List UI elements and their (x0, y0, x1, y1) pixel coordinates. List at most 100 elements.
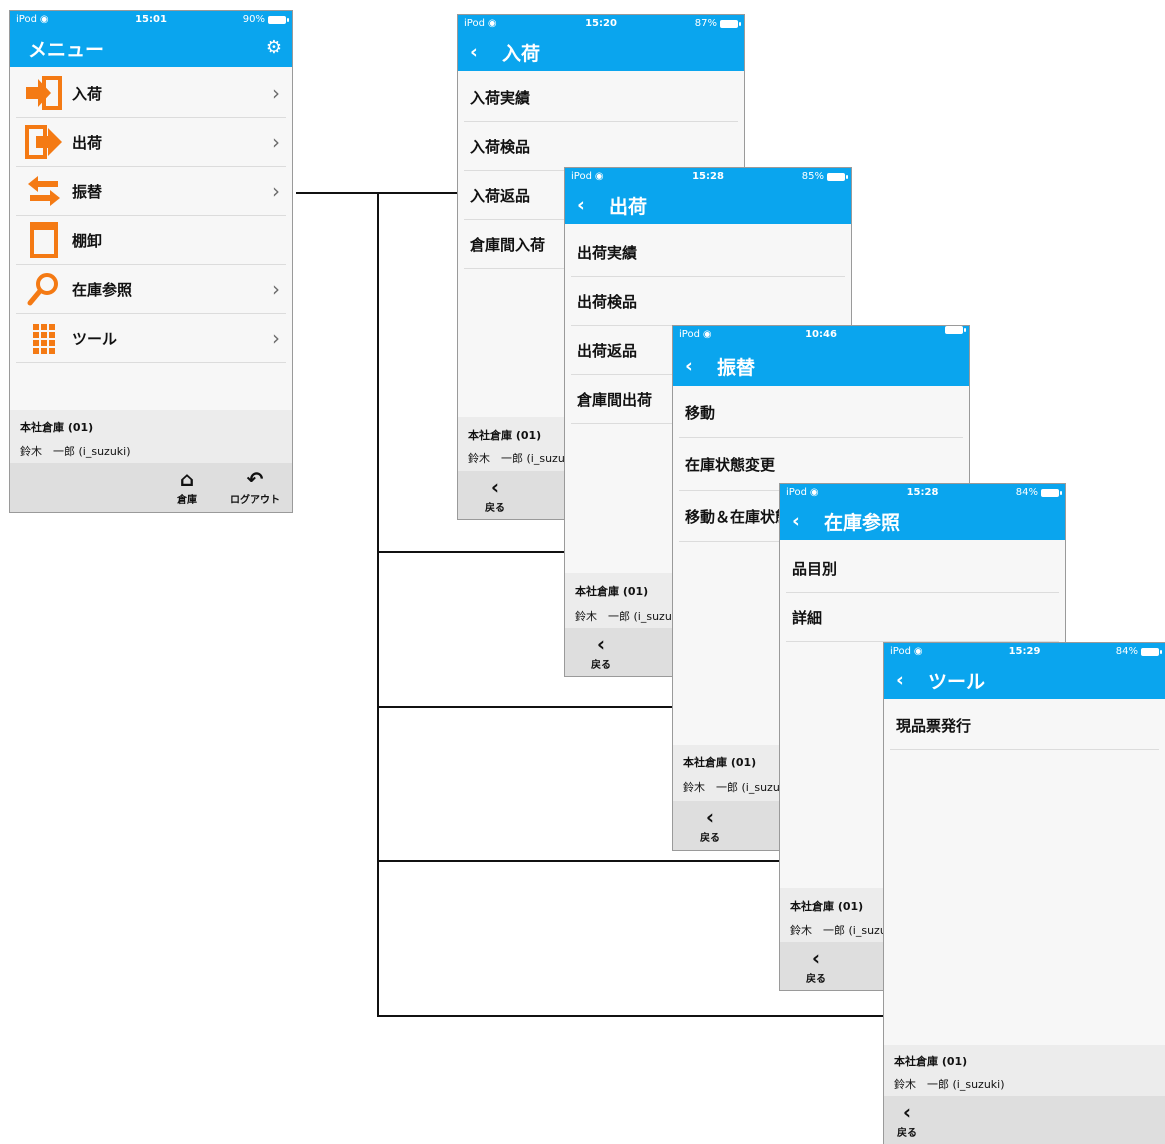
list-item[interactable]: 入荷実績 (464, 73, 738, 122)
back-button[interactable]: ‹ 戻る (687, 807, 733, 844)
list-item[interactable]: 詳細 (786, 593, 1059, 642)
connector-stock (377, 860, 787, 862)
menu-item-shipping[interactable]: 出荷 › (16, 118, 286, 167)
back-button-label: 戻る (897, 1128, 917, 1139)
nav-header: ‹ 入荷 (458, 33, 744, 71)
tab-bar: ⌂ 倉庫 ↶ ログアウト (10, 463, 292, 512)
menu-label: ツール (72, 329, 118, 348)
warehouse-button-label: 倉庫 (177, 495, 197, 506)
menu-label: 振替 (72, 182, 103, 201)
warehouse-label: 本社倉庫 (01) (468, 429, 542, 442)
list-item[interactable]: 現品票発行 (890, 701, 1159, 750)
chevron-left-icon[interactable]: ‹ (470, 41, 492, 63)
logout-button-label: ログアウト (230, 495, 280, 506)
list-item[interactable]: 出荷検品 (571, 277, 845, 326)
warehouse-label: 本社倉庫 (01) (683, 756, 757, 769)
user-info: 本社倉庫 (01) 鈴木 一郎 (i_suzuki) (884, 1045, 1165, 1097)
connector-transfer (377, 706, 687, 708)
chevron-right-icon: › (272, 277, 280, 301)
menu-item-inventory[interactable]: 棚卸 (16, 216, 286, 265)
menu-item-tools[interactable]: ツール › (16, 314, 286, 363)
reply-icon: ↶ (246, 467, 264, 491)
status-bar: iPod ◉ 15:20 87% (458, 15, 744, 33)
chevron-left-icon[interactable]: ‹ (685, 355, 707, 377)
status-bar: iPod ◉ 10:46 (673, 326, 969, 344)
list-item-label: 移動 (685, 404, 716, 422)
battery: 87% (694, 15, 741, 33)
warehouse-label: 本社倉庫 (01) (894, 1055, 968, 1068)
nav-header: メニュー ⚙ (10, 29, 292, 67)
battery-level: 84% (1115, 646, 1138, 657)
page-title: 振替 (717, 356, 756, 379)
warehouse-button[interactable]: ⌂ 倉庫 (164, 469, 210, 506)
battery-level: 84% (1015, 487, 1038, 498)
battery-level: 87% (694, 18, 717, 29)
list-item[interactable]: 品目別 (786, 544, 1059, 593)
page-title: メニュー (28, 38, 105, 61)
page-title: 入荷 (502, 42, 541, 65)
chevron-right-icon: › (272, 179, 280, 203)
battery-icon (268, 16, 289, 24)
back-button-label: 戻る (806, 974, 826, 985)
back-button[interactable]: ‹ 戻る (793, 948, 839, 985)
tools-grid-icon (22, 318, 66, 358)
warehouse-label: 本社倉庫 (01) (20, 421, 94, 434)
list-item-label: 出荷返品 (577, 341, 638, 360)
chevron-left-icon[interactable]: ‹ (792, 510, 814, 532)
logout-button[interactable]: ↶ ログアウト (222, 469, 288, 506)
list-item[interactable]: 移動 (679, 388, 963, 438)
list-item-label: 入荷実績 (470, 88, 531, 107)
chevron-left-icon[interactable]: ‹ (896, 669, 918, 691)
nav-header: ‹ ツール (884, 661, 1165, 699)
tab-bar: ‹ 戻る (884, 1096, 1165, 1144)
page-title: 出荷 (609, 195, 648, 218)
menu-item-transfer[interactable]: 振替 › (16, 167, 286, 216)
status-bar: iPod ◉ 15:28 84% (780, 484, 1065, 502)
user-label: 鈴木 一郎 (i_suzuki) (683, 781, 794, 794)
battery-icon (720, 20, 741, 28)
inventory-icon (22, 220, 66, 260)
menu-label: 在庫参照 (72, 280, 133, 299)
list-item-label: 現品票発行 (896, 716, 972, 735)
status-bar: iPod ◉ 15:28 85% (565, 168, 851, 186)
tools-screen: iPod ◉ 15:29 84% ‹ ツール 現品票発行 本社倉庫 (01) 鈴木… (883, 642, 1165, 1144)
gear-icon[interactable]: ⚙ (266, 37, 282, 58)
chevron-left-icon: ‹ (596, 632, 606, 656)
list-item[interactable]: 入荷検品 (464, 122, 738, 171)
back-button[interactable]: ‹ 戻る (578, 634, 624, 671)
nav-header: ‹ 出荷 (565, 186, 851, 224)
list-item-label: 品目別 (792, 559, 838, 578)
back-button[interactable]: ‹ 戻る (472, 477, 518, 514)
arrival-icon (22, 73, 66, 113)
chevron-right-icon: › (272, 81, 280, 105)
battery: 90% (242, 11, 289, 29)
battery-icon (945, 326, 966, 334)
chevron-left-icon: ‹ (902, 1100, 912, 1124)
chevron-left-icon[interactable]: ‹ (577, 194, 599, 216)
status-bar: iPod ◉ 15:01 90% (10, 11, 292, 29)
battery-level: 90% (242, 14, 265, 25)
chevron-left-icon: ‹ (490, 475, 500, 499)
list-item[interactable]: 出荷実績 (571, 228, 845, 277)
menu-item-stock[interactable]: 在庫参照 › (16, 265, 286, 314)
list-item-label: 入荷検品 (470, 137, 531, 156)
list-item-label: 出荷実績 (577, 243, 638, 262)
battery: 84% (1115, 643, 1162, 661)
back-button[interactable]: ‹ 戻る (884, 1102, 930, 1139)
menu-label: 棚卸 (72, 231, 103, 250)
warehouse-label: 本社倉庫 (01) (575, 585, 649, 598)
back-button-label: 戻る (700, 833, 720, 844)
chevron-right-icon: › (272, 326, 280, 350)
battery: 84% (1015, 484, 1062, 502)
battery-icon (827, 173, 848, 181)
list-item-label: 詳細 (792, 608, 823, 627)
battery-icon (1141, 648, 1162, 656)
list-item-label: 倉庫間入荷 (470, 235, 546, 254)
connector-tools (377, 1015, 892, 1017)
main-menu-screen: iPod ◉ 15:01 90% メニュー ⚙ 入荷 › 出荷 › 振替 › 棚… (9, 10, 293, 513)
user-label: 鈴木 一郎 (i_suzuki) (575, 610, 686, 623)
chevron-left-icon: ‹ (705, 805, 715, 829)
menu-item-arrival[interactable]: 入荷 › (16, 69, 286, 118)
battery-icon (1041, 489, 1062, 497)
chevron-left-icon: ‹ (811, 946, 821, 970)
